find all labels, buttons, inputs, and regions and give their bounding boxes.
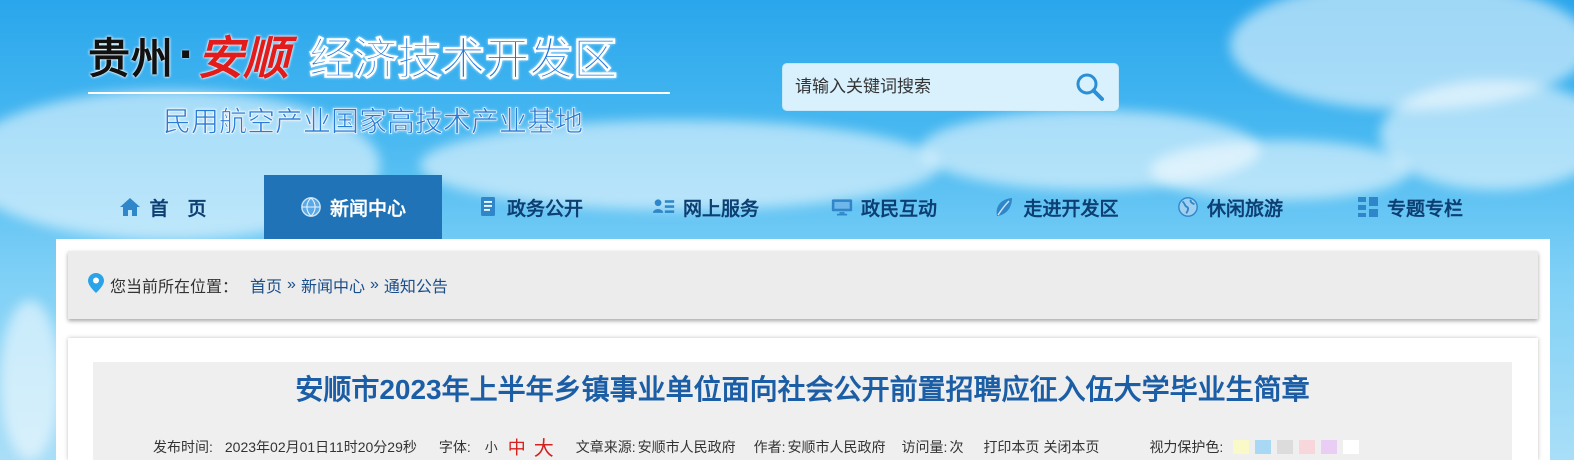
search-icon [1076, 73, 1104, 101]
article-title: 安顺市2023年上半年乡镇事业单位面向社会公开前置招聘应征入伍大学毕业生简章 [295, 374, 1310, 405]
article-meta: 发布时间: 2023年02月01日11时20分29秒 字体: 小 中 大 文章来… [153, 432, 1365, 460]
nav-label: 政民互动 [860, 198, 937, 220]
logo-divider [88, 92, 670, 94]
eye-color-swatch-white[interactable] [1343, 439, 1360, 454]
document-icon [477, 196, 499, 218]
article-header: 安顺市2023年上半年乡镇事业单位面向社会公开前置招聘应征入伍大学毕业生简章 发… [93, 362, 1512, 460]
nav-item-news[interactable]: 新闻中心 [264, 175, 442, 239]
grid-icon [1357, 196, 1379, 218]
earth-icon [1177, 196, 1199, 218]
search-input[interactable] [795, 74, 1065, 100]
search-box [783, 64, 1118, 110]
font-medium-button[interactable]: 中 [508, 434, 526, 460]
author-label: 作者: [753, 438, 786, 455]
breadcrumb-notice-link[interactable]: 通知公告 [384, 273, 448, 297]
search-button[interactable] [1072, 70, 1108, 104]
main-nav: 首 页 新闻中心 政务公开 网上服务 政民互动 走进开发区 休闲旅游 专题专栏 [0, 175, 1574, 239]
visits-label: 访问量: [901, 438, 948, 455]
eye-color-swatch-pink[interactable] [1299, 439, 1316, 454]
visits-unit: 次 [949, 438, 964, 455]
breadcrumb-separator: » [369, 276, 379, 293]
logo-text-zone: 经济技术开发区 [309, 34, 618, 86]
leaf-icon [993, 196, 1015, 218]
eye-color-swatch-purple[interactable] [1321, 439, 1338, 454]
nav-item-online-services[interactable]: 网上服务 [636, 175, 776, 239]
nav-label: 网上服务 [682, 198, 759, 220]
article-source: 安顺市人民政府 [637, 438, 736, 455]
nav-label: 政务公开 [506, 198, 583, 220]
location-pin-icon [88, 272, 104, 298]
font-large-button[interactable]: 大 [534, 432, 554, 460]
nav-item-special-topics[interactable]: 专题专栏 [1340, 175, 1480, 239]
font-small-button[interactable]: 小 [485, 437, 498, 456]
site-header: 贵州 · 安顺 经济技术开发区 民用航空产业国家高技术产业基地 [0, 0, 1574, 175]
nav-item-interaction[interactable]: 政民互动 [814, 175, 954, 239]
nav-label: 休闲旅游 [1206, 198, 1283, 220]
people-list-icon [652, 196, 675, 218]
nav-label: 首 页 [149, 198, 207, 220]
breadcrumb-news-link[interactable]: 新闻中心 [301, 273, 365, 297]
nav-item-about-zone[interactable]: 走进开发区 [978, 175, 1134, 239]
nav-label: 专题专栏 [1386, 198, 1463, 220]
print-page-link[interactable]: 打印本页 [983, 437, 1039, 457]
logo-text-guizhou: 贵州 [88, 33, 175, 83]
globe-icon [300, 196, 322, 218]
close-page-link[interactable]: 关闭本页 [1043, 437, 1099, 457]
site-logo[interactable]: 贵州 · 安顺 经济技术开发区 [88, 24, 618, 86]
nav-item-gov-affairs[interactable]: 政务公开 [460, 175, 600, 239]
eye-color-swatch-yellow[interactable] [1233, 439, 1250, 454]
logo-subtitle: 民用航空产业国家高技术产业基地 [163, 105, 584, 139]
breadcrumb-prefix: 您当前所在位置： [110, 279, 239, 296]
eye-color-swatch-blue[interactable] [1255, 439, 1272, 454]
publish-time-label: 发布时间: [153, 438, 213, 455]
nav-label: 新闻中心 [329, 198, 406, 220]
nav-item-tourism[interactable]: 休闲旅游 [1160, 175, 1300, 239]
monitor-icon [831, 196, 853, 218]
publish-time: 2023年02月01日11时20分29秒 [224, 438, 417, 455]
breadcrumb-separator: » [287, 276, 296, 293]
nav-label: 走进开发区 [1023, 198, 1119, 220]
logo-dot: · [178, 32, 194, 78]
eye-color-swatch-gray[interactable] [1277, 439, 1294, 454]
font-size-label: 字体: [438, 438, 471, 455]
logo-text-anshun: 安顺 [197, 31, 290, 85]
eye-care-label: 视力保护色: [1149, 438, 1224, 455]
nav-item-home[interactable]: 首 页 [88, 175, 238, 239]
breadcrumb-home-link[interactable]: 首页 [250, 273, 282, 297]
home-icon [119, 196, 141, 218]
source-label: 文章来源: [575, 438, 636, 455]
article-author: 安顺市人民政府 [787, 438, 886, 455]
breadcrumb: 您当前所在位置： 首页 » 新闻中心 » 通知公告 [68, 251, 1538, 319]
